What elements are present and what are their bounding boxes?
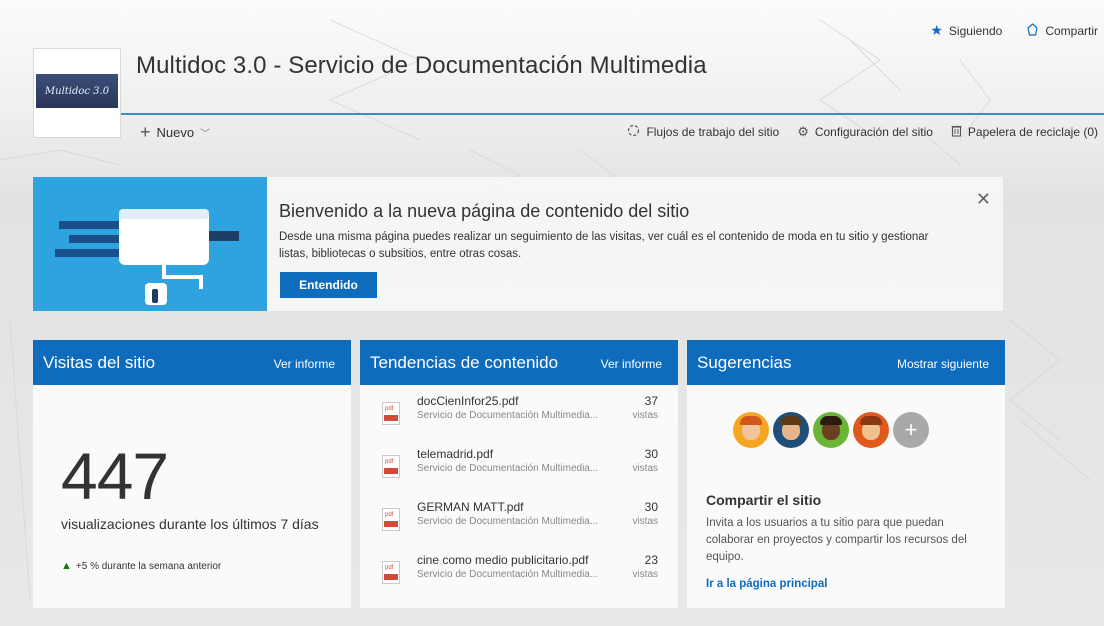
- logo-text: Multidoc 3.0: [44, 85, 110, 97]
- workflows-button[interactable]: Flujos de trabajo del sitio: [627, 124, 779, 140]
- site-title[interactable]: Multidoc 3.0 - Servicio de Documentación…: [136, 52, 707, 80]
- document-name[interactable]: GERMAN MATT.pdf: [417, 500, 523, 514]
- chevron-down-icon: ﹀: [200, 128, 211, 140]
- recycle-bin-label: Papelera de reciclaje (0): [967, 125, 1098, 139]
- top-actions: ★ Siguiendo Compartir: [930, 22, 1098, 39]
- view-count: 30: [644, 447, 658, 461]
- view-report-link[interactable]: Ver informe: [274, 357, 335, 371]
- visits-count: 447: [61, 439, 169, 513]
- workflow-icon: [627, 124, 640, 140]
- banner-description: Desde una misma página puedes realizar u…: [279, 231, 929, 260]
- card-title: Sugerencias: [697, 353, 792, 372]
- view-count: 23: [644, 553, 658, 567]
- site-header: ★ Siguiendo Compartir Multidoc 3.0 Multi…: [0, 0, 1104, 150]
- document-name[interactable]: telemadrid.pdf: [417, 447, 493, 461]
- banner-title: Bienvenido a la nueva página de contenid…: [279, 201, 690, 221]
- pdf-file-icon: pdf: [382, 508, 400, 531]
- view-count-unit: vistas: [632, 410, 658, 421]
- close-icon[interactable]: ✕: [976, 189, 991, 210]
- document-source: Servicio de Documentación Multimedia...: [417, 516, 599, 527]
- document-source: Servicio de Documentación Multimedia...: [417, 569, 599, 580]
- site-settings-button[interactable]: ⚙ Configuración del sitio: [797, 124, 933, 140]
- visits-caption: visualizaciones durante los últimos 7 dí…: [61, 516, 319, 532]
- share-button[interactable]: Compartir: [1026, 22, 1098, 39]
- go-to-home-link[interactable]: Ir a la página principal: [706, 578, 827, 590]
- card-header: Sugerencias Mostrar siguiente: [687, 340, 1005, 385]
- document-source: Servicio de Documentación Multimedia...: [417, 463, 599, 474]
- trash-icon: [951, 124, 962, 140]
- avatar[interactable]: [733, 412, 769, 448]
- suggested-users: +: [733, 412, 929, 448]
- document-source: Servicio de Documentación Multimedia...: [417, 410, 599, 421]
- content-trends-card: Tendencias de contenido Ver informe pdf …: [360, 340, 678, 608]
- list-item[interactable]: pdf telemadrid.pdf Servicio de Documenta…: [360, 443, 678, 496]
- view-count: 30: [644, 500, 658, 514]
- welcome-banner: Bienvenido a la nueva página de contenid…: [33, 177, 1003, 311]
- list-item[interactable]: pdf cine como medio publicitario.pdf Ser…: [360, 549, 678, 602]
- command-bar-actions: Flujos de trabajo del sitio ⚙ Configurac…: [627, 124, 1098, 140]
- list-item[interactable]: pdf docCienInfor25.pdf Servicio de Docum…: [360, 390, 678, 443]
- card-header: Visitas del sitio Ver informe: [33, 340, 351, 385]
- document-name[interactable]: cine como medio publicitario.pdf: [417, 553, 588, 567]
- site-visits-card: Visitas del sitio Ver informe 447 visual…: [33, 340, 351, 608]
- pdf-file-icon: pdf: [382, 561, 400, 584]
- trend-label: +5 % durante la semana anterior: [75, 560, 222, 572]
- card-title: Tendencias de contenido: [370, 353, 559, 372]
- header-divider: [121, 113, 1104, 115]
- view-report-link[interactable]: Ver informe: [601, 357, 662, 371]
- follow-label: Siguiendo: [948, 23, 1003, 38]
- view-count-unit: vistas: [632, 516, 658, 527]
- share-icon: [1026, 22, 1039, 39]
- view-count: 37: [644, 394, 658, 408]
- card-header: Tendencias de contenido Ver informe: [360, 340, 678, 385]
- suggestions-card: Sugerencias Mostrar siguiente + Comparti…: [687, 340, 1005, 608]
- new-button[interactable]: + Nuevo ﹀: [140, 123, 210, 141]
- gear-icon: ⚙: [797, 124, 809, 139]
- avatar[interactable]: [853, 412, 889, 448]
- avatar[interactable]: [813, 412, 849, 448]
- list-item[interactable]: pdf GERMAN MATT.pdf Servicio de Document…: [360, 496, 678, 549]
- view-count-unit: vistas: [632, 569, 658, 580]
- new-label: Nuevo: [156, 124, 195, 140]
- avatar[interactable]: [773, 412, 809, 448]
- paint-roller-icon: [55, 209, 239, 305]
- share-site-title: Compartir el sitio: [706, 492, 822, 508]
- paint-roller-illustration: [33, 177, 267, 311]
- share-label: Compartir: [1045, 23, 1098, 38]
- workflows-label: Flujos de trabajo del sitio: [646, 125, 780, 139]
- star-icon: ★: [930, 22, 943, 38]
- site-settings-label: Configuración del sitio: [814, 125, 933, 139]
- trend-up-icon: ▲: [61, 560, 72, 572]
- trending-documents-list: pdf docCienInfor25.pdf Servicio de Docum…: [360, 390, 678, 602]
- view-count-unit: vistas: [632, 463, 658, 474]
- recycle-bin-button[interactable]: Papelera de reciclaje (0): [951, 124, 1098, 140]
- show-next-link[interactable]: Mostrar siguiente: [897, 357, 989, 371]
- share-site-description: Invita a los usuarios a tu sitio para qu…: [706, 517, 967, 563]
- pdf-file-icon: pdf: [382, 455, 400, 478]
- command-bar: + Nuevo ﹀ Flujos de trabajo del sitio ⚙ …: [0, 116, 1104, 148]
- add-user-icon[interactable]: +: [893, 412, 929, 448]
- plus-icon: +: [140, 122, 151, 142]
- card-title: Visitas del sitio: [43, 353, 156, 372]
- visits-trend: ▲ +5 % durante la semana anterior: [61, 560, 221, 572]
- document-name[interactable]: docCienInfor25.pdf: [417, 394, 518, 408]
- understood-button[interactable]: Entendido: [280, 272, 377, 298]
- follow-button[interactable]: ★ Siguiendo: [930, 22, 1002, 39]
- pdf-file-icon: pdf: [382, 402, 400, 425]
- logo-image: Multidoc 3.0: [36, 74, 118, 108]
